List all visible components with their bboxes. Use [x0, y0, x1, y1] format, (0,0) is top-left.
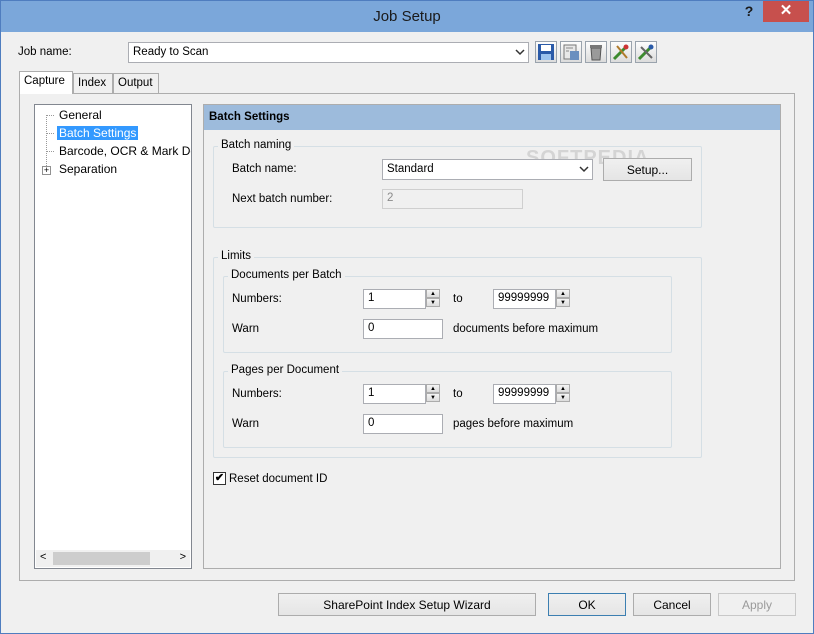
- setup-button[interactable]: Setup...: [603, 158, 692, 181]
- spin-down-icon[interactable]: ▼: [556, 393, 570, 402]
- settings-wizard-icon: [612, 44, 629, 61]
- job-setup-window: Job Setup ? ✕ Job name: Ready to Scan Ca…: [0, 0, 814, 634]
- job-name-label: Job name:: [18, 46, 72, 58]
- reset-document-id-label: Reset document ID: [229, 473, 328, 485]
- tools-icon: [637, 44, 654, 61]
- chevron-down-icon: [515, 49, 525, 56]
- documents-warn-field[interactable]: 0: [363, 319, 443, 339]
- spin-up-icon[interactable]: ▲: [556, 289, 570, 298]
- pages-warn-field[interactable]: 0: [363, 414, 443, 434]
- chevron-down-icon: [579, 166, 589, 173]
- close-button[interactable]: ✕: [763, 1, 809, 22]
- pages-to-label: to: [453, 388, 463, 400]
- documents-from-stepper[interactable]: ▲ ▼: [426, 289, 442, 309]
- tree-connector: [46, 151, 54, 152]
- tree-connector: [46, 133, 54, 134]
- documents-to-field[interactable]: 99999999: [493, 289, 556, 309]
- panel-title: Batch Settings: [204, 105, 780, 130]
- tree-item-label: Barcode, OCR & Mark De: [59, 144, 192, 158]
- next-batch-number-field: 2: [382, 189, 523, 209]
- tree-connector: [46, 115, 54, 116]
- documents-numbers-label: Numbers:: [232, 293, 282, 305]
- spin-up-icon[interactable]: ▲: [426, 289, 440, 298]
- documents-to-label: to: [453, 293, 463, 305]
- tree-horizontal-scrollbar[interactable]: < >: [36, 550, 190, 567]
- spin-down-icon[interactable]: ▼: [556, 298, 570, 307]
- save-icon: [538, 44, 554, 60]
- spin-up-icon[interactable]: ▲: [556, 384, 570, 393]
- scrollbar-thumb[interactable]: [53, 552, 150, 565]
- window-title: Job Setup: [373, 8, 441, 25]
- tab-capture[interactable]: Capture: [19, 71, 73, 94]
- tree-item-barcode-ocr[interactable]: Barcode, OCR & Mark De: [59, 144, 192, 158]
- pages-numbers-label: Numbers:: [232, 388, 282, 400]
- sharepoint-wizard-button[interactable]: SharePoint Index Setup Wizard: [278, 593, 536, 616]
- limits-label: Limits: [218, 250, 255, 262]
- help-button[interactable]: ?: [739, 3, 759, 23]
- reset-document-id-checkbox[interactable]: ✔: [213, 472, 226, 485]
- batch-naming-label: Batch naming: [218, 139, 295, 151]
- tree-item-separation[interactable]: Separation: [59, 162, 117, 176]
- pages-to-stepper[interactable]: ▲ ▼: [556, 384, 572, 404]
- settings-tree[interactable]: General Batch Settings Barcode, OCR & Ma…: [34, 104, 192, 569]
- save-button[interactable]: [535, 41, 557, 63]
- pages-to-field[interactable]: 99999999: [493, 384, 556, 404]
- ok-button[interactable]: OK: [548, 593, 626, 616]
- tree-item-batch-settings[interactable]: Batch Settings: [57, 126, 139, 140]
- batch-name-value: Standard: [387, 163, 434, 175]
- batch-name-select[interactable]: Standard: [382, 159, 593, 180]
- scroll-right-icon[interactable]: >: [180, 551, 186, 563]
- job-name-value: Ready to Scan: [133, 46, 209, 58]
- delete-button[interactable]: [585, 41, 607, 63]
- cancel-button[interactable]: Cancel: [633, 593, 711, 616]
- save-as-button[interactable]: [560, 41, 582, 63]
- documents-per-batch-label: Documents per Batch: [228, 269, 345, 281]
- pages-from-field[interactable]: 1: [363, 384, 426, 404]
- documents-per-batch-group: [223, 276, 672, 353]
- apply-button: Apply: [718, 593, 796, 616]
- documents-warn-suffix: documents before maximum: [453, 323, 599, 335]
- documents-to-stepper[interactable]: ▲ ▼: [556, 289, 572, 309]
- expand-icon[interactable]: +: [42, 166, 51, 175]
- tools-button[interactable]: [635, 41, 657, 63]
- tree-connector: [46, 115, 47, 172]
- job-name-select[interactable]: Ready to Scan: [128, 42, 529, 63]
- pages-from-stepper[interactable]: ▲ ▼: [426, 384, 442, 404]
- pages-per-document-label: Pages per Document: [228, 364, 343, 376]
- tree-item-general[interactable]: General: [59, 108, 102, 122]
- spin-up-icon[interactable]: ▲: [426, 384, 440, 393]
- scroll-left-icon[interactable]: <: [40, 551, 46, 563]
- settings-wizard-button[interactable]: [610, 41, 632, 63]
- spin-down-icon[interactable]: ▼: [426, 298, 440, 307]
- pages-warn-suffix: pages before maximum: [453, 418, 574, 430]
- spin-down-icon[interactable]: ▼: [426, 393, 440, 402]
- delete-icon: [590, 45, 602, 61]
- batch-name-label: Batch name:: [232, 163, 297, 175]
- documents-warn-label: Warn: [232, 323, 260, 335]
- pages-per-document-group: [223, 371, 672, 448]
- tab-output[interactable]: Output: [113, 73, 159, 93]
- title-bar[interactable]: Job Setup ? ✕: [1, 1, 813, 32]
- tree-item-label: Batch Settings: [57, 126, 139, 140]
- tree-item-label: General: [59, 108, 102, 122]
- next-batch-number-label: Next batch number:: [232, 193, 333, 205]
- documents-from-field[interactable]: 1: [363, 289, 426, 309]
- pages-warn-label: Warn: [232, 418, 260, 430]
- tree-item-label: Separation: [59, 162, 118, 176]
- save-as-icon: [563, 44, 579, 60]
- tab-index[interactable]: Index: [73, 73, 113, 93]
